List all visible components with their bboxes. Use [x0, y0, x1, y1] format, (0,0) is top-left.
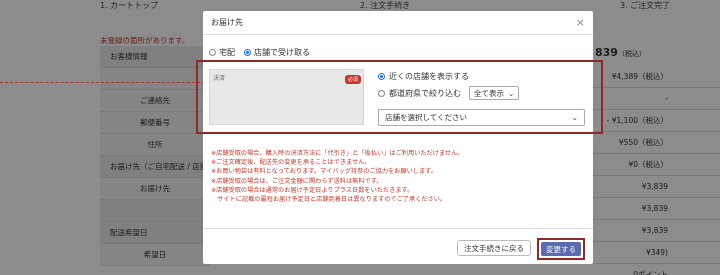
radio-store-pickup[interactable] [244, 49, 251, 56]
note-line: ※お買い物袋は有料となっております。マイバッグ持参のご協力をお願いします。 [211, 168, 437, 176]
note-line: ※ご注文確定後、配送先の変更を承ることはできません。 [211, 159, 371, 167]
note-line: サイトに記載の最短お届け予定日と店舗到着日は異なりますのでご了承ください。 [211, 196, 447, 204]
note-line: ※店舗受取の場合、購入時の決済方法に「代引き」と「後払い」はご利用いただけません… [211, 150, 464, 157]
back-to-checkout-button[interactable]: 注文手続きに戻る [457, 240, 531, 256]
radio-home-delivery-label[interactable]: 宅配 [219, 47, 235, 58]
modal-header: お届け先 × [203, 11, 593, 35]
annotation-dashed-line [0, 82, 205, 83]
annotation-highlight-box [196, 60, 603, 134]
delivery-method-group: 宅配 店舗で受け取る [209, 47, 310, 58]
note-line: ※店舗受取の場合は、ご注文金額に関わらず送料は無料です。 [211, 177, 383, 185]
radio-store-pickup-label[interactable]: 店舗で受け取る [254, 47, 310, 58]
modal-title: お届け先 [211, 18, 243, 27]
note-line: ※店舗受取の場合は通常のお届け予定日よりプラス日数をいただきます。 [211, 186, 414, 194]
delivery-modal: お届け先 × 宅配 店舗で受け取る 決済 必須 近くの店舗を表示する 都道府県で… [203, 11, 593, 264]
change-button-highlight: 変更する [537, 238, 585, 260]
close-icon[interactable]: × [576, 16, 585, 29]
change-button[interactable]: 変更する [541, 242, 581, 256]
modal-footer: 注文手続きに戻る 変更する [203, 228, 593, 264]
radio-home-delivery[interactable] [209, 49, 216, 56]
pickup-notes: ※店舗受取の場合、購入時の決済方法に「代引き」と「後払い」はご利用いただけません… [211, 149, 589, 204]
